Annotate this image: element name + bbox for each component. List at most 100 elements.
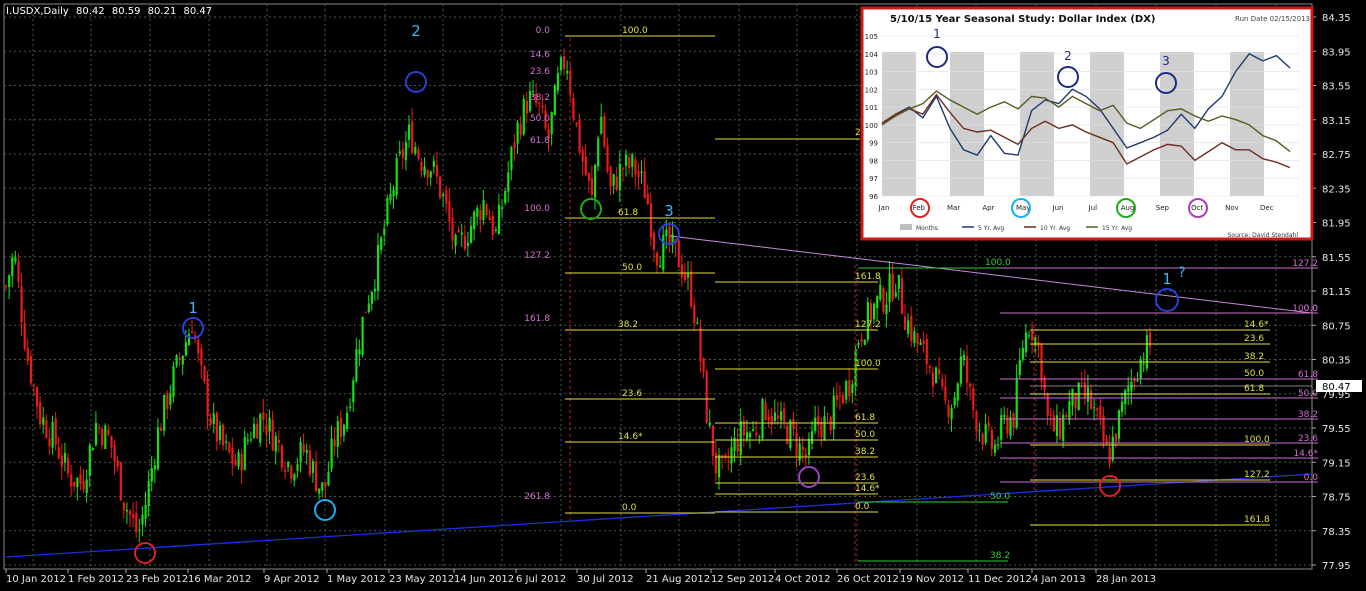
inset-number-2: 2 xyxy=(1064,49,1072,63)
candle-body xyxy=(1040,344,1043,382)
candle-body xyxy=(1065,415,1068,418)
candle-body xyxy=(550,111,553,135)
x-tick-label: 28 Jan 2013 xyxy=(1096,574,1156,585)
y-tick-label: 82.75 xyxy=(1322,150,1351,161)
candle-body xyxy=(342,424,346,436)
candle-body xyxy=(513,142,516,149)
candle-body xyxy=(900,278,904,314)
candle-body xyxy=(14,257,17,262)
candle-body xyxy=(612,174,615,186)
fib-yellow-b-label: 23.6 xyxy=(855,473,875,483)
candle-body xyxy=(293,474,296,481)
candle-body xyxy=(807,438,811,455)
candle-body xyxy=(659,265,662,268)
candle-body xyxy=(832,395,835,430)
x-tick-label: 9 Apr 2012 xyxy=(264,574,319,585)
fib-pink-right-label: 38.2 xyxy=(1298,410,1318,420)
inset-y-label: 96 xyxy=(869,193,878,201)
candle-body xyxy=(609,166,612,187)
candle-body xyxy=(411,121,414,153)
candle-body xyxy=(1012,413,1015,428)
candle-body xyxy=(287,462,290,468)
candle-body xyxy=(559,57,563,71)
candle-body xyxy=(485,204,488,215)
y-tick-label: 80.75 xyxy=(1322,321,1351,332)
fib-yellow-a-label: 23.6 xyxy=(622,389,642,399)
candle-body xyxy=(302,444,305,453)
fib-pink-label: 38.2 xyxy=(530,93,550,103)
candle-body xyxy=(311,461,315,473)
candle-body xyxy=(1021,348,1024,360)
candle-body xyxy=(107,429,110,435)
candle-body xyxy=(730,447,733,464)
candle-body xyxy=(262,412,265,420)
fib-yellow-b-label: 38.2 xyxy=(855,447,875,457)
candle-body xyxy=(668,226,671,245)
candle-body xyxy=(150,468,153,482)
fib-pink-label: 50.0 xyxy=(530,114,550,124)
candle-body xyxy=(119,462,122,501)
candle-body xyxy=(916,333,919,345)
candle-body xyxy=(377,244,380,291)
candle-body xyxy=(231,447,234,464)
y-tick-label: 78.35 xyxy=(1322,527,1351,538)
candle-body xyxy=(479,210,482,221)
fib-yellow-right-label: 38.2 xyxy=(1244,352,1264,362)
candle-body xyxy=(321,482,324,491)
candle-body xyxy=(845,381,848,400)
candle-body xyxy=(336,420,339,447)
candle-body xyxy=(17,261,20,282)
candle-body xyxy=(1077,382,1080,410)
candle-body xyxy=(507,172,510,192)
candle-body xyxy=(352,380,355,403)
inset-y-label: 97 xyxy=(869,175,878,183)
chart-root: 84.35 83.95 83.55 83.15 82.75 82.35 81.95 81.55… xyxy=(0,0,1366,591)
candle-body xyxy=(265,424,268,435)
candle-body xyxy=(705,370,708,423)
candle-body xyxy=(488,217,491,221)
candle-body xyxy=(222,424,225,446)
candle-body xyxy=(745,432,749,440)
candle-body xyxy=(392,189,395,197)
candle-body xyxy=(181,355,184,365)
candle-body xyxy=(1049,414,1052,416)
candle-body xyxy=(857,342,860,345)
candle-body xyxy=(228,442,231,453)
candle-body xyxy=(922,340,925,344)
candle-body xyxy=(8,275,11,287)
candle-body xyxy=(1046,394,1049,416)
candle-body xyxy=(631,154,634,168)
inset-y-label: 101 xyxy=(865,104,878,112)
inset-legend-label: 15 Yr. Avg xyxy=(1102,225,1132,232)
candle-body xyxy=(1031,330,1034,341)
candle-body xyxy=(1096,408,1099,410)
candle-body xyxy=(553,85,556,116)
high-value: 80.59 xyxy=(111,6,141,17)
candle-body xyxy=(504,190,507,203)
candle-body xyxy=(990,430,993,449)
candle-body xyxy=(532,91,535,93)
candle-body xyxy=(1024,332,1028,353)
candle-body xyxy=(1071,388,1074,406)
candle-body xyxy=(938,369,941,375)
candle-body xyxy=(615,176,618,190)
fib-yellow-a-label: 14.6* xyxy=(618,432,643,442)
inset-month-label: Sep xyxy=(1156,204,1170,212)
candle-body xyxy=(575,122,578,125)
candle-body xyxy=(556,72,559,91)
candle-body xyxy=(88,445,91,476)
candle-body xyxy=(70,474,73,487)
candle-body xyxy=(1055,415,1059,437)
candle-body xyxy=(581,150,584,162)
candle-body xyxy=(541,105,544,108)
inset-y-label: 98 xyxy=(869,157,878,165)
candle-body xyxy=(1111,436,1114,461)
candle-body xyxy=(63,453,67,463)
inset-month-label: May xyxy=(1016,204,1030,212)
candle-body xyxy=(426,170,429,178)
candle-body xyxy=(727,460,730,462)
fib-yellow-b-label: 0.0 xyxy=(855,502,870,512)
candle-body xyxy=(944,386,947,401)
candle-body xyxy=(169,393,172,405)
candle-body xyxy=(811,431,814,444)
